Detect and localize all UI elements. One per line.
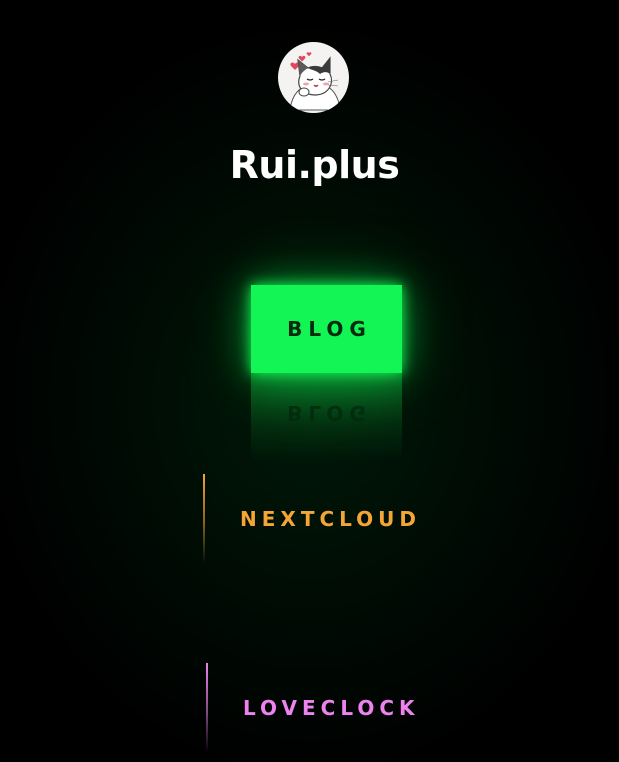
loveclock-button-label: LOVECLOCK [243,696,420,720]
nextcloud-button-border [203,474,205,564]
blog-button[interactable]: BLOG [251,285,402,373]
nextcloud-button[interactable]: NEXTCLOUD [203,474,433,564]
site-title: Rui.plus [229,143,400,187]
loveclock-button[interactable]: LOVECLOCK [206,663,436,753]
blog-button-reflection: BLOG [251,373,402,461]
blog-reflection-label: BLOG [287,401,372,425]
blog-button-label: BLOG [287,317,372,341]
loveclock-button-border [206,663,208,753]
nextcloud-button-label: NEXTCLOUD [240,507,422,531]
cat-avatar-icon [289,52,341,111]
avatar [278,42,349,113]
